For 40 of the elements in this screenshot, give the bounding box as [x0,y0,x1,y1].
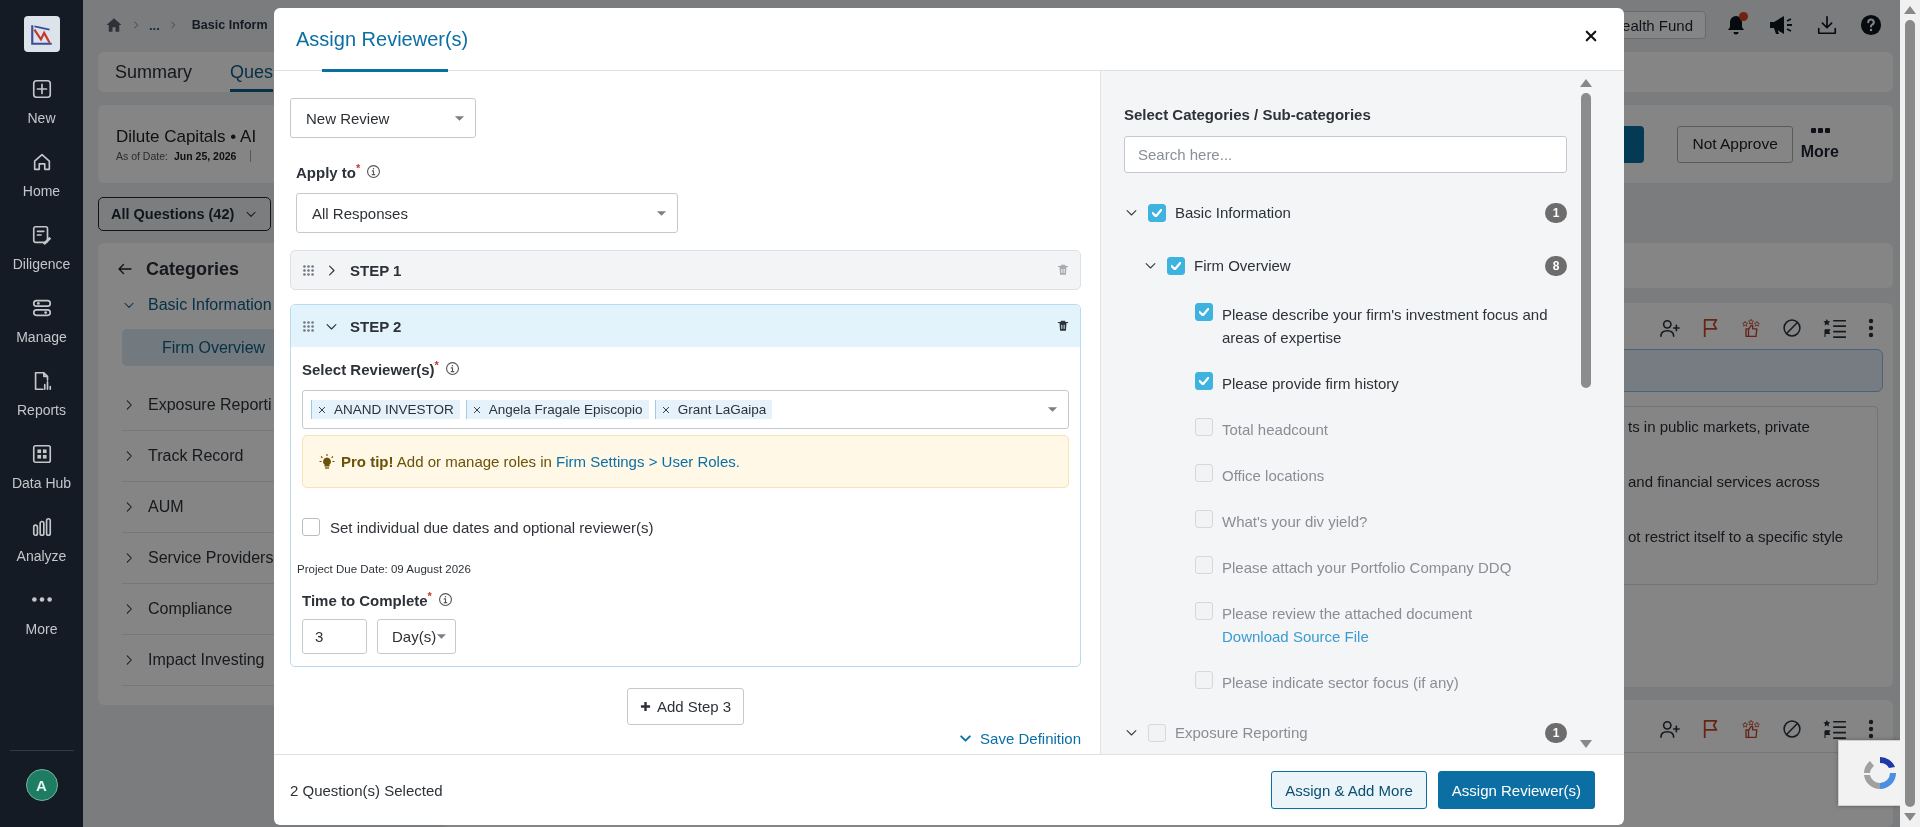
answer-text: and financial services across [1628,472,1821,492]
panel-title: Select Categories / Sub-categories [1124,106,1372,123]
question-label: What's your div yield? [1222,512,1369,532]
date-label: As of Date: [116,149,168,162]
step-title: STEP 1 [350,261,403,279]
category-label: Basic Information [148,296,272,314]
question-label: Total headcount [1222,420,1329,440]
date-value: Jun 25, 2026 [173,149,237,162]
field-label: Time to Complete$^{*}$ [302,590,432,609]
answer-text: ts in public markets, private [1628,417,1811,437]
count-badge: 8 [1545,255,1567,276]
count-badge: 1 [1545,202,1567,223]
category-label: AUM [148,498,184,516]
question-label: Please provide firm history [1222,374,1400,394]
count-badge: 1 [1545,722,1567,743]
project-title: Dilute Capitals • AI [116,126,257,147]
checkbox-label: Set individual due dates and optional reviewer(s) [330,518,654,536]
category-label: Basic Information [1175,203,1292,223]
step-title: STEP 2 [350,317,403,335]
modal-title: Assign Reviewer(s) [296,28,469,52]
breadcrumb-current: Basic Inform [191,18,268,32]
tip-text: Pro tip! Add or manage roles in Firm Settings > User Roles. [341,453,740,470]
question-label: Please review the attached document [1222,604,1474,624]
question-label: Please describe your firm's investment focus and areas of expertise [1222,305,1549,348]
category-label: Exposure Reporti [148,396,272,414]
categories-title: Categories [146,258,240,280]
answer-text: ot restrict itself to a specific style [1628,527,1845,547]
selected-count-text: 2 Question(s) Selected [290,781,443,799]
question-label: Please attach your Portfolio Company DDQ [1222,558,1513,578]
question-label: Office locations [1222,466,1326,486]
category-label: Service Providers [148,549,274,567]
question-label: Please indicate sector focus (if any) [1222,673,1460,693]
category-label: Firm Overview [1194,256,1292,276]
field-label: Select Reviewer(s)$^{*}$ [302,359,439,378]
category-label: Impact Investing [148,651,265,669]
field-label: Apply to$^{*}$ [296,162,361,181]
due-date-text: Project Due Date: 09 August 2026 [297,563,472,575]
category-label: Compliance [148,600,233,618]
category-label: Exposure Reporting [1175,723,1309,743]
category-label: Track Record [148,447,244,465]
